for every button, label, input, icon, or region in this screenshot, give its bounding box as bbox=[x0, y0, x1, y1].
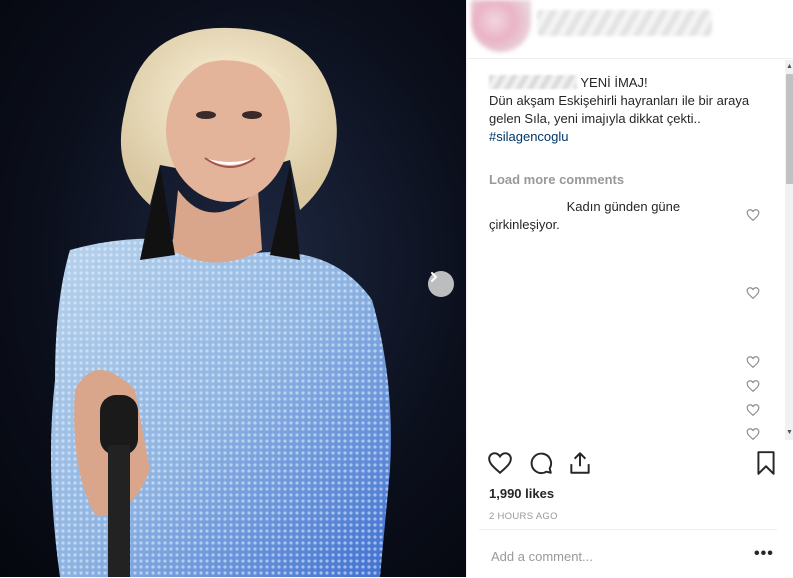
comment-username-blurred[interactable] bbox=[489, 199, 563, 211]
post-detail-panel: YENİ İMAJ! Dün akşam Eskişehirli hayranl… bbox=[466, 0, 793, 577]
carousel-next-button[interactable] bbox=[428, 271, 454, 297]
hashtag-link[interactable]: #silagencoglu bbox=[489, 128, 761, 146]
caption-title: YENİ İMAJ! bbox=[580, 75, 648, 90]
post-header bbox=[467, 0, 793, 59]
comment-item: Kadın günden güne çirkinleşiyor. bbox=[489, 198, 729, 234]
add-comment-input[interactable] bbox=[489, 544, 733, 568]
share-icon[interactable] bbox=[567, 450, 593, 476]
comment-like-icon[interactable] bbox=[746, 403, 760, 417]
load-more-comments[interactable]: Load more comments bbox=[489, 172, 624, 187]
chevron-right-icon bbox=[431, 272, 438, 282]
comment-like-icon[interactable] bbox=[746, 379, 760, 393]
comment-like-icon[interactable] bbox=[746, 427, 760, 440]
comment-like-icon[interactable] bbox=[746, 286, 760, 300]
action-bar bbox=[467, 440, 793, 484]
comment-like-icon[interactable] bbox=[746, 355, 760, 369]
comment-like-icon[interactable] bbox=[746, 208, 760, 222]
post-caption: YENİ İMAJ! Dün akşam Eskişehirli hayranl… bbox=[489, 74, 761, 146]
caption-username-blurred[interactable] bbox=[489, 75, 577, 89]
avatar[interactable] bbox=[471, 0, 531, 52]
bookmark-icon[interactable] bbox=[753, 450, 779, 476]
add-comment-row: ••• bbox=[479, 529, 777, 578]
comments-section[interactable]: YENİ İMAJ! Dün akşam Eskişehirli hayranl… bbox=[467, 60, 785, 440]
post-timestamp[interactable]: 2 HOURS AGO bbox=[489, 511, 558, 522]
performer-photo-illustration bbox=[51, 27, 391, 577]
heart-icon[interactable] bbox=[487, 450, 513, 476]
comments-scrollbar[interactable]: ▲ ▼ bbox=[785, 60, 793, 440]
likes-count[interactable]: 1,990 likes bbox=[489, 486, 554, 501]
comment-icon[interactable] bbox=[528, 450, 554, 476]
caption-body: Dün akşam Eskişehirli hayranları ile bir… bbox=[489, 93, 750, 126]
scroll-up-arrow-icon[interactable]: ▲ bbox=[785, 62, 793, 72]
username-blurred[interactable] bbox=[537, 10, 712, 36]
more-options-icon[interactable]: ••• bbox=[754, 545, 774, 563]
post-photo[interactable] bbox=[0, 0, 466, 577]
scroll-down-arrow-icon[interactable]: ▼ bbox=[785, 428, 793, 438]
scroll-thumb[interactable] bbox=[786, 74, 793, 184]
